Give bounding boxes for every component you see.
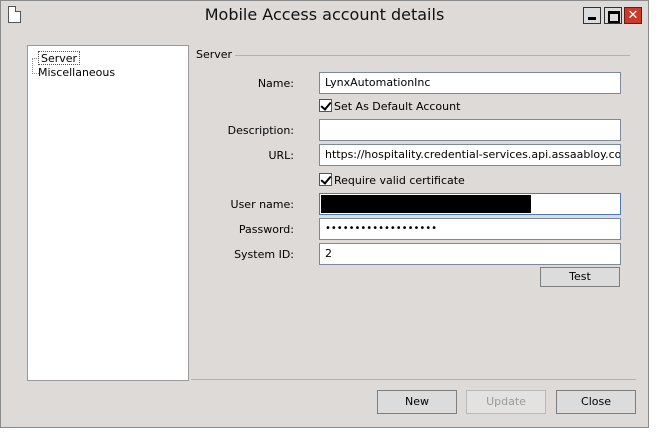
require-certificate-checkbox[interactable]: Require valid certificate: [319, 173, 465, 187]
system-id-label: System ID:: [234, 248, 294, 261]
navigation-tree: Server Miscellaneous: [27, 45, 189, 381]
url-field[interactable]: https://hospitality.credential-services.…: [319, 144, 621, 166]
require-certificate-label: Require valid certificate: [334, 174, 465, 187]
name-label: Name:: [257, 77, 294, 90]
close-button[interactable]: Close: [556, 390, 636, 414]
checkbox-checked-icon[interactable]: [319, 99, 332, 112]
test-button[interactable]: Test: [540, 267, 620, 287]
description-field[interactable]: [319, 119, 621, 141]
maximize-icon[interactable]: [604, 7, 622, 24]
window-title: Mobile Access account details: [204, 5, 445, 24]
password-field[interactable]: •••••••••••••••••••: [319, 218, 621, 240]
system-id-field[interactable]: 2: [319, 243, 621, 265]
minimize-icon[interactable]: [583, 7, 601, 24]
tree-connector-line: [32, 58, 33, 74]
url-label: URL:: [268, 149, 294, 162]
new-button[interactable]: New: [377, 390, 457, 414]
default-account-label: Set As Default Account: [334, 100, 461, 113]
username-field[interactable]: [319, 193, 621, 215]
password-label: Password:: [238, 223, 294, 236]
footer-divider: [191, 379, 636, 380]
section-title: Server: [196, 48, 233, 61]
title-bar[interactable]: Mobile Access account details ✕: [1, 1, 648, 29]
name-field[interactable]: LynxAutomationInc: [319, 72, 621, 94]
username-label: User name:: [230, 198, 294, 211]
tree-item-miscellaneous[interactable]: Miscellaneous: [38, 66, 115, 80]
section-divider: [235, 55, 630, 56]
default-account-checkbox[interactable]: Set As Default Account: [319, 99, 460, 113]
update-button[interactable]: Update: [466, 390, 546, 414]
close-icon[interactable]: ✕: [624, 7, 642, 24]
checkbox-checked-icon[interactable]: [319, 173, 332, 186]
redacted-block: [321, 195, 531, 213]
tree-item-server[interactable]: Server: [38, 51, 81, 65]
dialog-window: Mobile Access account details ✕ Server M…: [0, 0, 649, 428]
description-label: Description:: [227, 124, 294, 137]
